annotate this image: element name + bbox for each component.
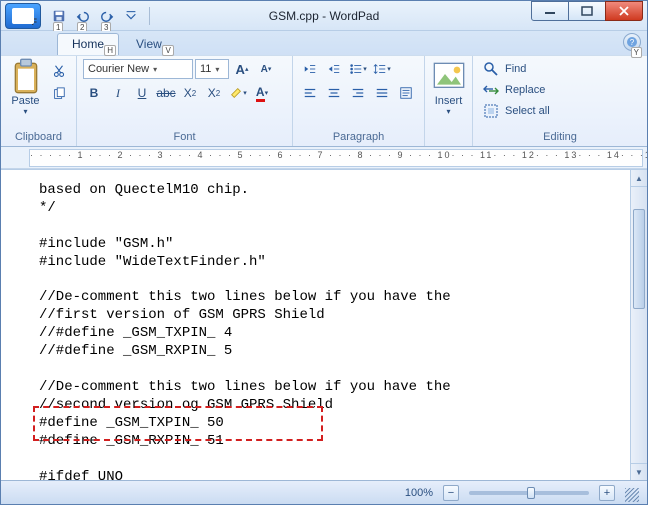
font-name-value: Courier New: [88, 63, 149, 75]
zoom-in-button[interactable]: +: [599, 485, 615, 501]
vertical-scrollbar[interactable]: ▲ ▼: [630, 170, 647, 480]
underline-button[interactable]: U: [131, 83, 153, 103]
file-menu-keytip: F: [6, 4, 40, 28]
minimize-button[interactable]: [531, 1, 569, 21]
select-all-label: Select all: [505, 105, 550, 117]
group-paragraph-label: Paragraph: [299, 129, 418, 146]
quick-access-toolbar: F 1 2 3: [5, 3, 154, 29]
ruler-scale: · · · · · 1 · · · 2 · · · 3 · · · 4 · · …: [30, 150, 642, 166]
window-title: GSM.cpp - WordPad: [269, 9, 379, 23]
insert-button[interactable]: Insert ▾: [431, 59, 467, 118]
paste-label: Paste: [11, 95, 39, 107]
bold-button[interactable]: B: [83, 83, 105, 103]
find-button[interactable]: Find: [479, 59, 554, 79]
clipboard-icon: [10, 61, 42, 93]
save-button[interactable]: 1: [49, 6, 69, 26]
zoom-level: 100%: [405, 487, 433, 499]
tab-view[interactable]: View V: [121, 33, 177, 55]
scroll-thumb[interactable]: [633, 209, 645, 309]
align-left-button[interactable]: [299, 83, 321, 103]
chevron-down-icon: ▾: [446, 107, 450, 116]
group-clipboard: Paste ▾ Clipboard: [1, 56, 77, 146]
paragraph-dialog-button[interactable]: [395, 83, 417, 103]
line-spacing-button[interactable]: ▾: [371, 59, 393, 79]
decrease-indent-button[interactable]: [299, 59, 321, 79]
maximize-button[interactable]: [568, 1, 606, 21]
window-controls: [532, 6, 643, 26]
ribbon: Paste ▾ Clipboard: [1, 55, 647, 147]
tab-home-keytip: H: [104, 45, 116, 56]
document-body[interactable]: based on QuectelM10 chip. */ #include "G…: [1, 170, 630, 480]
superscript-button[interactable]: X2: [203, 83, 225, 103]
grow-font-button[interactable]: A▴: [231, 59, 253, 79]
qat-customize-button[interactable]: [121, 6, 141, 26]
close-button[interactable]: [605, 1, 643, 21]
subscript-button[interactable]: X2: [179, 83, 201, 103]
italic-button[interactable]: I: [107, 83, 129, 103]
font-color-button[interactable]: A▾: [251, 83, 273, 103]
zoom-slider-thumb[interactable]: [527, 487, 535, 499]
group-font: Courier New ▾ 11 ▾ A▴ A▾ B I U: [77, 56, 293, 146]
chevron-down-icon: ▾: [153, 65, 157, 74]
text-highlight-button[interactable]: ▾: [227, 83, 249, 103]
replace-icon: [483, 82, 499, 98]
resize-grip[interactable]: [625, 488, 639, 502]
align-right-button[interactable]: [347, 83, 369, 103]
undo-button[interactable]: 2: [73, 6, 93, 26]
document-area: based on QuectelM10 chip. */ #include "G…: [1, 169, 647, 480]
group-insert: Insert ▾: [425, 56, 473, 146]
ribbon-tabs: Home H View V ? Y: [1, 31, 647, 55]
justify-button[interactable]: [371, 83, 393, 103]
ruler-area: · · · · · 1 · · · 2 · · · 3 · · · 4 · · …: [1, 147, 647, 169]
group-font-label: Font: [83, 129, 286, 146]
scroll-up-button[interactable]: ▲: [631, 170, 647, 187]
copy-button[interactable]: [48, 84, 70, 104]
zoom-slider[interactable]: [469, 491, 589, 495]
tab-view-keytip: V: [162, 45, 173, 56]
group-editing-label: Editing: [479, 129, 641, 146]
paste-button[interactable]: Paste ▾: [7, 59, 44, 118]
strikethrough-button[interactable]: abc: [155, 83, 177, 103]
redo-button[interactable]: 3: [97, 6, 117, 26]
cut-button[interactable]: [48, 61, 70, 81]
app-menu-button[interactable]: F: [5, 3, 41, 29]
qat-separator: [149, 7, 150, 25]
status-bar: 100% − +: [1, 480, 647, 504]
help-button[interactable]: ? Y: [623, 33, 641, 51]
svg-text:?: ?: [630, 38, 635, 47]
select-all-icon: [483, 103, 499, 119]
group-editing: Find Replace Select all: [473, 56, 647, 146]
zoom-out-button[interactable]: −: [443, 485, 459, 501]
replace-button[interactable]: Replace: [479, 80, 554, 100]
font-size-value: 11: [200, 63, 211, 75]
insert-label: Insert: [435, 95, 463, 107]
horizontal-ruler[interactable]: · · · · · 1 · · · 2 · · · 3 · · · 4 · · …: [29, 149, 643, 167]
scroll-down-button[interactable]: ▼: [631, 463, 647, 480]
tab-home-label: Home: [72, 37, 104, 51]
group-paragraph: ▾ ▾ Paragraph: [293, 56, 425, 146]
shrink-font-button[interactable]: A▾: [255, 59, 277, 79]
title-bar: F 1 2 3 GSM.cpp - WordPad: [1, 1, 647, 31]
search-icon: [483, 61, 499, 77]
app-window: F 1 2 3 GSM.cpp - WordPad: [0, 0, 648, 505]
picture-icon: [433, 61, 465, 93]
select-all-button[interactable]: Select all: [479, 101, 554, 121]
increase-indent-button[interactable]: [323, 59, 345, 79]
tab-view-label: View: [136, 37, 162, 51]
font-size-combo[interactable]: 11 ▾: [195, 59, 229, 79]
replace-label: Replace: [505, 84, 545, 96]
help-keytip: Y: [631, 47, 642, 58]
group-insert-label: [431, 129, 466, 146]
annotation-highlight-box: [33, 406, 323, 441]
tab-home[interactable]: Home H: [57, 33, 119, 55]
bullets-button[interactable]: ▾: [347, 59, 369, 79]
group-clipboard-label: Clipboard: [7, 129, 70, 146]
find-label: Find: [505, 63, 526, 75]
chevron-down-icon: ▾: [215, 65, 219, 74]
align-center-button[interactable]: [323, 83, 345, 103]
font-name-combo[interactable]: Courier New ▾: [83, 59, 193, 79]
scroll-track[interactable]: [631, 187, 647, 463]
chevron-down-icon: ▾: [23, 107, 27, 116]
